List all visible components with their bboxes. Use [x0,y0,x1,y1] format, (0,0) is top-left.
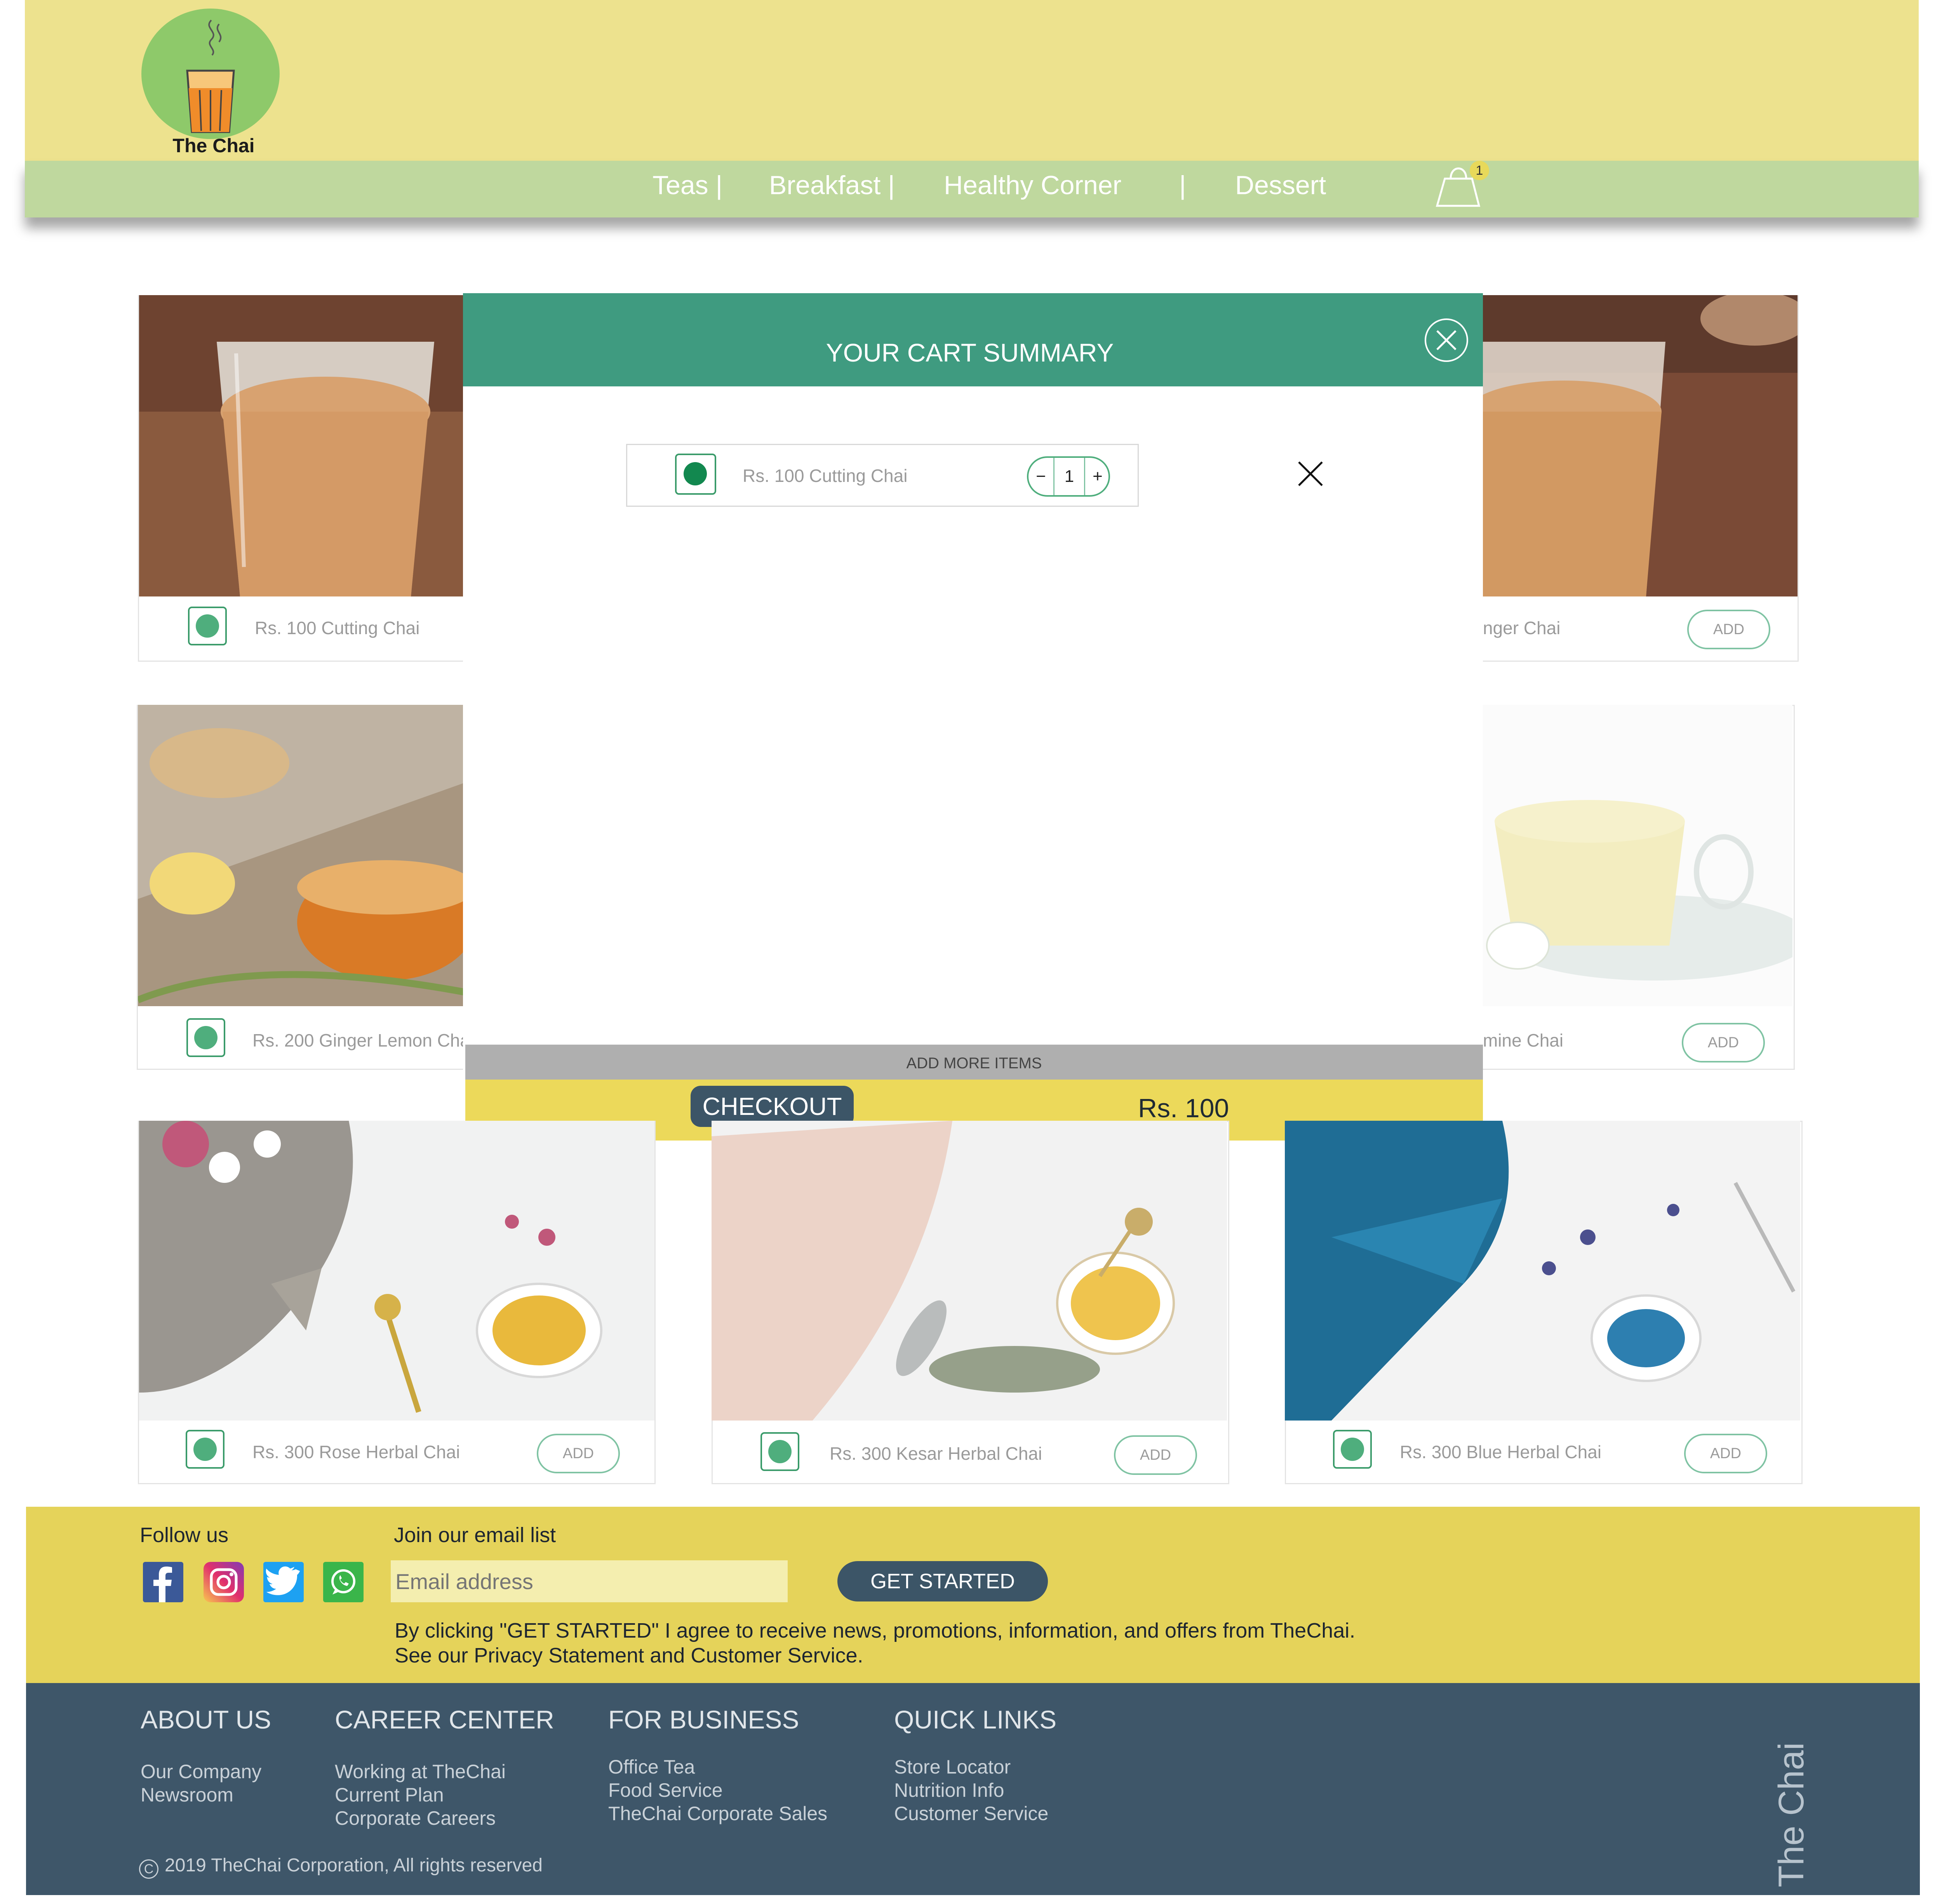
instagram-icon[interactable] [204,1562,244,1602]
add-button[interactable]: ADD [1687,610,1770,649]
nav-item-dessert[interactable]: Dessert [1235,170,1326,200]
nav-item-breakfast[interactable]: Breakfast | [769,170,895,200]
cart-summary-modal [463,293,1483,1141]
close-circle-icon[interactable] [1425,318,1468,362]
product-label: Rs. 300 Rose Herbal Chai [252,1442,460,1462]
add-button[interactable]: ADD [537,1434,620,1473]
veg-indicator-icon [186,1430,224,1469]
footer-link[interactable]: Corporate Careers [335,1807,496,1830]
cart-item-label: Rs. 100 Cutting Chai [743,466,908,486]
product-label: Rs. 300 Blue Herbal Chai [1400,1442,1602,1462]
follow-us-label: Follow us [140,1523,229,1547]
quantity-value[interactable]: 1 [1053,458,1085,495]
footer-link[interactable]: Our Company [141,1760,261,1783]
product-label: nger Chai [1483,618,1561,638]
cart-total: Rs. 100 [1138,1094,1229,1123]
product-label: Rs. 200 Ginger Lemon Cha [252,1030,470,1050]
increase-button[interactable]: + [1085,458,1110,495]
footer-link[interactable]: Customer Service [894,1802,1048,1825]
footer-link[interactable]: Office Tea [608,1755,695,1779]
veg-indicator-icon [1333,1430,1372,1469]
copyright-icon: C [139,1859,158,1879]
join-email-label: Join our email list [394,1523,556,1547]
product-photo-blue-herbal-chai [1285,1121,1800,1421]
nav-item-healthy-corner[interactable]: Healthy Corner [944,170,1121,200]
add-button[interactable]: ADD [1684,1434,1767,1473]
product-photo-cutting-chai [139,295,465,596]
footer-link[interactable]: Food Service [608,1779,723,1802]
twitter-icon[interactable] [263,1562,304,1602]
footer-link[interactable]: Nutrition Info [894,1779,1004,1802]
product-photo-ginger-lemon-chai [138,705,465,1006]
disclaimer-text: See our Privacy Statement and Customer S… [395,1644,863,1667]
close-x-icon[interactable] [1296,459,1325,489]
add-more-items-button[interactable]: ADD MORE ITEMS [465,1045,1483,1080]
product-photo-jasmine-chai [1483,705,1792,1006]
footer-link[interactable]: TheChai Corporate Sales [608,1802,827,1825]
veg-indicator-icon [675,454,716,495]
product-label: Rs. 100 Cutting Chai [255,618,420,638]
veg-indicator-icon [188,607,227,645]
modal-title: YOUR CART SUMMARY [826,338,1114,367]
footer-heading-career-center: CAREER CENTER [335,1705,554,1734]
footer-link[interactable]: Newsroom [141,1783,233,1807]
product-photo-ginger-chai [1483,295,1798,596]
footer-brand-vertical: The Chai [1771,1742,1811,1887]
product-photo-kesar-herbal-chai [712,1121,1227,1421]
add-button[interactable]: ADD [1682,1023,1765,1062]
footer-link[interactable]: Current Plan [335,1783,444,1807]
product-label: Rs. 300 Kesar Herbal Chai [830,1443,1042,1464]
product-photo-rose-herbal-chai [139,1121,654,1421]
footer-heading-about-us: ABOUT US [141,1705,271,1734]
logo[interactable] [141,9,280,139]
facebook-icon[interactable] [143,1562,183,1602]
email-input[interactable] [391,1560,788,1602]
footer-link[interactable]: Store Locator [894,1755,1011,1779]
tea-glass-logo-icon [186,19,235,133]
product-label: mine Chai [1483,1030,1564,1050]
nav-item-teas[interactable]: Teas | [653,170,722,200]
veg-indicator-icon [186,1018,225,1057]
add-button[interactable]: ADD [1114,1435,1197,1475]
veg-indicator-icon [760,1432,799,1471]
disclaimer-text: By clicking "GET STARTED" I agree to rec… [395,1619,1356,1642]
nav-separator: | [1179,170,1186,200]
whatsapp-icon[interactable] [323,1562,364,1602]
cart-count-badge: 1 [1470,161,1489,180]
footer-heading-quick-links: QUICK LINKS [894,1705,1057,1734]
quantity-stepper: − 1 + [1027,456,1110,497]
footer-link[interactable]: Working at TheChai [335,1760,506,1783]
copyright-text: 2019 TheChai Corporation, All rights res… [165,1855,543,1876]
get-started-button[interactable]: GET STARTED [837,1561,1048,1601]
decrease-button[interactable]: − [1028,458,1053,495]
logo-text: The Chai [172,135,255,156]
footer-heading-for-business: FOR BUSINESS [608,1705,799,1734]
